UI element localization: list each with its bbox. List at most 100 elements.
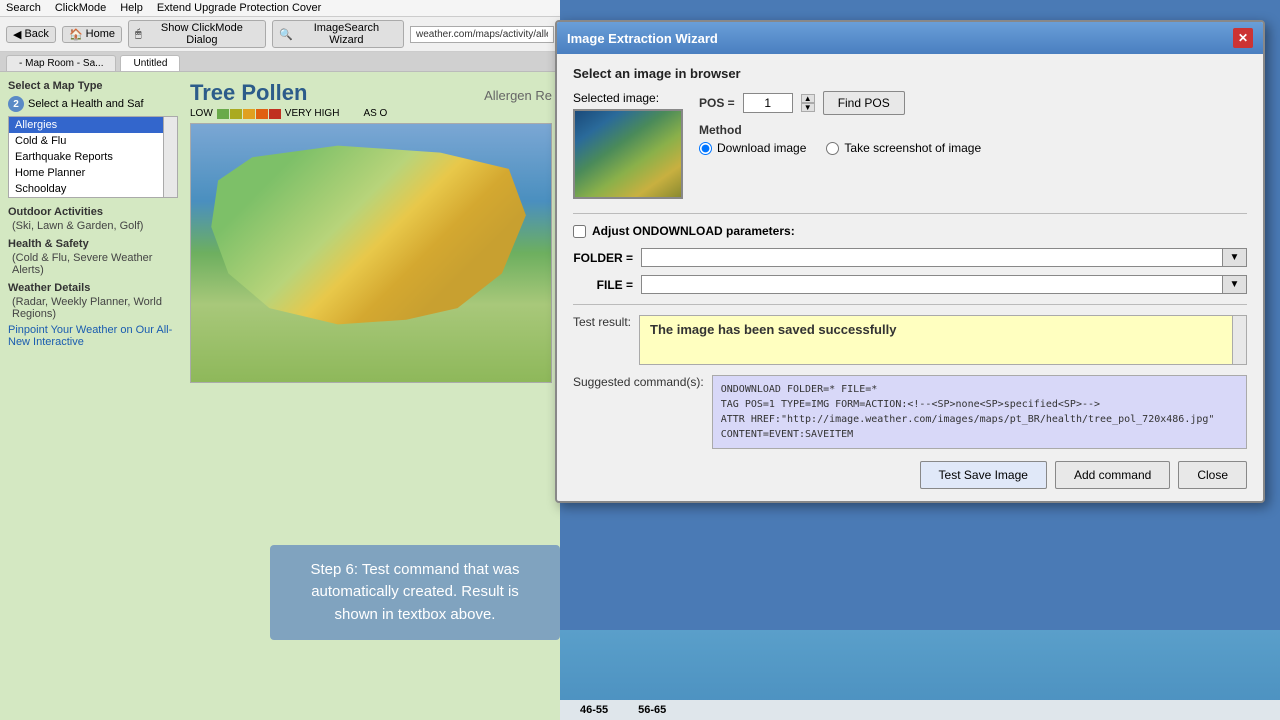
folder-combo: ▼ bbox=[641, 248, 1247, 267]
checkbox-area[interactable]: Adjust ONDOWNLOAD parameters: bbox=[573, 224, 795, 238]
folder-label: FOLDER = bbox=[573, 251, 633, 265]
pos-method-section: POS = ▲ ▼ Find POS Method bbox=[699, 91, 1247, 155]
menu-help[interactable]: Help bbox=[120, 2, 143, 14]
adjust-section: Adjust ONDOWNLOAD parameters: bbox=[573, 224, 1247, 238]
legend-range2: 56-65 bbox=[638, 704, 666, 716]
file-label: FILE = bbox=[573, 278, 633, 292]
folder-row: FOLDER = ▼ bbox=[573, 248, 1247, 267]
radio-row: Download image Take screenshot of image bbox=[699, 141, 1247, 155]
selected-image-label: Selected image: bbox=[573, 91, 683, 105]
folder-dropdown[interactable]: ▼ bbox=[1223, 248, 1247, 267]
adjust-checkbox[interactable] bbox=[573, 225, 586, 238]
health-list-scrollbar[interactable] bbox=[163, 117, 177, 197]
test-result-box: The image has been saved successfully bbox=[639, 315, 1247, 365]
test-result-label: Test result: bbox=[573, 315, 631, 329]
pinpoint-link[interactable]: Pinpoint Your Weather on Our All-New Int… bbox=[8, 324, 178, 348]
pollen-subtitle: Allergen Re bbox=[484, 88, 552, 103]
tab-untitled[interactable]: Untitled bbox=[120, 55, 180, 71]
test-result-text: The image has been saved successfully bbox=[650, 322, 910, 337]
health-list-allergies[interactable]: Allergies bbox=[9, 117, 177, 133]
file-dropdown[interactable]: ▼ bbox=[1223, 275, 1247, 294]
radio-download-input[interactable] bbox=[699, 142, 712, 155]
close-button[interactable]: Close bbox=[1178, 461, 1247, 489]
imagesearch-wizard-button[interactable]: 🔍 ImageSearch Wizard bbox=[272, 20, 404, 48]
show-clickmode-button[interactable]: 🖱 Show ClickMode Dialog bbox=[128, 20, 266, 48]
health-list[interactable]: Allergies Cold & Flu Earthquake Reports … bbox=[8, 116, 178, 198]
button-row: Test Save Image Add command Close bbox=[573, 461, 1247, 489]
health-header: 2 Select a Health and Saf bbox=[8, 96, 178, 112]
back-button[interactable]: ◀ Back bbox=[6, 26, 56, 43]
map-type-title: Select a Map Type bbox=[8, 80, 178, 92]
find-pos-button[interactable]: Find POS bbox=[823, 91, 905, 115]
file-row: FILE = ▼ bbox=[573, 275, 1247, 294]
suggested-text: ONDOWNLOAD FOLDER=* FILE=* TAG POS=1 TYP… bbox=[721, 382, 1238, 442]
suggested-label: Suggested command(s): bbox=[573, 375, 704, 449]
outdoor-category: Outdoor Activities (Ski, Lawn & Garden, … bbox=[8, 206, 178, 232]
pollen-content: Tree Pollen Allergen Re LOW VERY HIGH AS… bbox=[190, 80, 552, 383]
test-result-section: Test result: The image has been saved su… bbox=[573, 315, 1247, 365]
menu-extend[interactable]: Extend Upgrade Protection Cover bbox=[157, 2, 321, 14]
home-button[interactable]: 🏠 Home bbox=[62, 26, 122, 43]
health-number: 2 bbox=[8, 96, 24, 112]
test-save-button[interactable]: Test Save Image bbox=[920, 461, 1047, 489]
pos-control: POS = ▲ ▼ Find POS bbox=[699, 91, 1247, 115]
radio-screenshot-label: Take screenshot of image bbox=[844, 141, 981, 155]
map-area bbox=[190, 123, 552, 383]
nav-bar: ◀ Back 🏠 Home 🖱 Show ClickMode Dialog 🔍 … bbox=[0, 17, 560, 52]
bottom-map: 46-55 56-65 bbox=[560, 630, 1280, 720]
adjust-label: Adjust ONDOWNLOAD parameters: bbox=[592, 224, 795, 238]
browser-menu-bar: Search ClickMode Help Extend Upgrade Pro… bbox=[0, 0, 560, 17]
health-title: Select a Health and Saf bbox=[28, 98, 144, 110]
method-section: Method Download image Take screenshot of… bbox=[699, 123, 1247, 155]
pollen-scale: LOW VERY HIGH AS O bbox=[190, 108, 552, 119]
weather-category: Weather Details (Radar, Weekly Planner, … bbox=[8, 282, 178, 320]
add-command-button[interactable]: Add command bbox=[1055, 461, 1170, 489]
image-preview-map bbox=[575, 111, 681, 197]
image-extraction-wizard-dialog: Image Extraction Wizard ✕ Select an imag… bbox=[555, 20, 1265, 503]
map-usa bbox=[201, 134, 543, 366]
health-list-home[interactable]: Home Planner bbox=[9, 165, 177, 181]
image-preview bbox=[573, 109, 683, 199]
menu-clickmode[interactable]: ClickMode bbox=[55, 2, 106, 14]
divider-2 bbox=[573, 304, 1247, 305]
suggested-box: ONDOWNLOAD FOLDER=* FILE=* TAG POS=1 TYP… bbox=[712, 375, 1247, 449]
radio-download[interactable]: Download image bbox=[699, 141, 806, 155]
legend-range1: 46-55 bbox=[580, 704, 608, 716]
tooltip-text: Step 6: Test command that was automatica… bbox=[311, 561, 520, 623]
divider-1 bbox=[573, 213, 1247, 214]
file-input[interactable] bbox=[641, 275, 1223, 294]
method-label: Method bbox=[699, 123, 1247, 137]
health-list-earthquake[interactable]: Earthquake Reports bbox=[9, 149, 177, 165]
health-category: Health & Safety (Cold & Flu, Severe Weat… bbox=[8, 238, 178, 276]
test-result-scrollbar[interactable] bbox=[1232, 316, 1246, 364]
dialog-titlebar: Image Extraction Wizard ✕ bbox=[557, 22, 1263, 54]
browser-background: Search ClickMode Help Extend Upgrade Pro… bbox=[0, 0, 560, 720]
spinner-up[interactable]: ▲ bbox=[801, 94, 815, 103]
pos-label: POS = bbox=[699, 96, 735, 110]
browser-content: Select a Map Type 2 Select a Health and … bbox=[0, 72, 560, 391]
url-bar[interactable] bbox=[410, 26, 554, 43]
section-title: Select an image in browser bbox=[573, 66, 1247, 81]
spinner-down[interactable]: ▼ bbox=[801, 103, 815, 112]
dialog-body: Select an image in browser Selected imag… bbox=[557, 54, 1263, 501]
menu-search[interactable]: Search bbox=[6, 2, 41, 14]
tooltip-overlay: Step 6: Test command that was automatica… bbox=[270, 545, 560, 641]
tabs-bar: - Map Room - Sa... Untitled bbox=[0, 52, 560, 72]
file-combo: ▼ bbox=[641, 275, 1247, 294]
tab-maproom[interactable]: - Map Room - Sa... bbox=[6, 55, 116, 71]
dialog-close-button[interactable]: ✕ bbox=[1233, 28, 1253, 48]
pos-spinner[interactable]: ▲ ▼ bbox=[801, 94, 815, 112]
weather-sidebar: Select a Map Type 2 Select a Health and … bbox=[8, 80, 178, 383]
radio-download-label: Download image bbox=[717, 141, 806, 155]
health-list-cold[interactable]: Cold & Flu bbox=[9, 133, 177, 149]
suggested-section: Suggested command(s): ONDOWNLOAD FOLDER=… bbox=[573, 375, 1247, 449]
folder-input[interactable] bbox=[641, 248, 1223, 267]
selected-image-row: Selected image: POS = ▲ ▼ Find POS bbox=[573, 91, 1247, 199]
radio-screenshot[interactable]: Take screenshot of image bbox=[826, 141, 981, 155]
radio-screenshot-input[interactable] bbox=[826, 142, 839, 155]
pollen-title: Tree Pollen bbox=[190, 80, 307, 106]
health-list-schoolday[interactable]: Schoolday bbox=[9, 181, 177, 197]
pos-input[interactable] bbox=[743, 93, 793, 113]
legend-bar: 46-55 56-65 bbox=[560, 700, 1280, 720]
dialog-title: Image Extraction Wizard bbox=[567, 31, 718, 46]
